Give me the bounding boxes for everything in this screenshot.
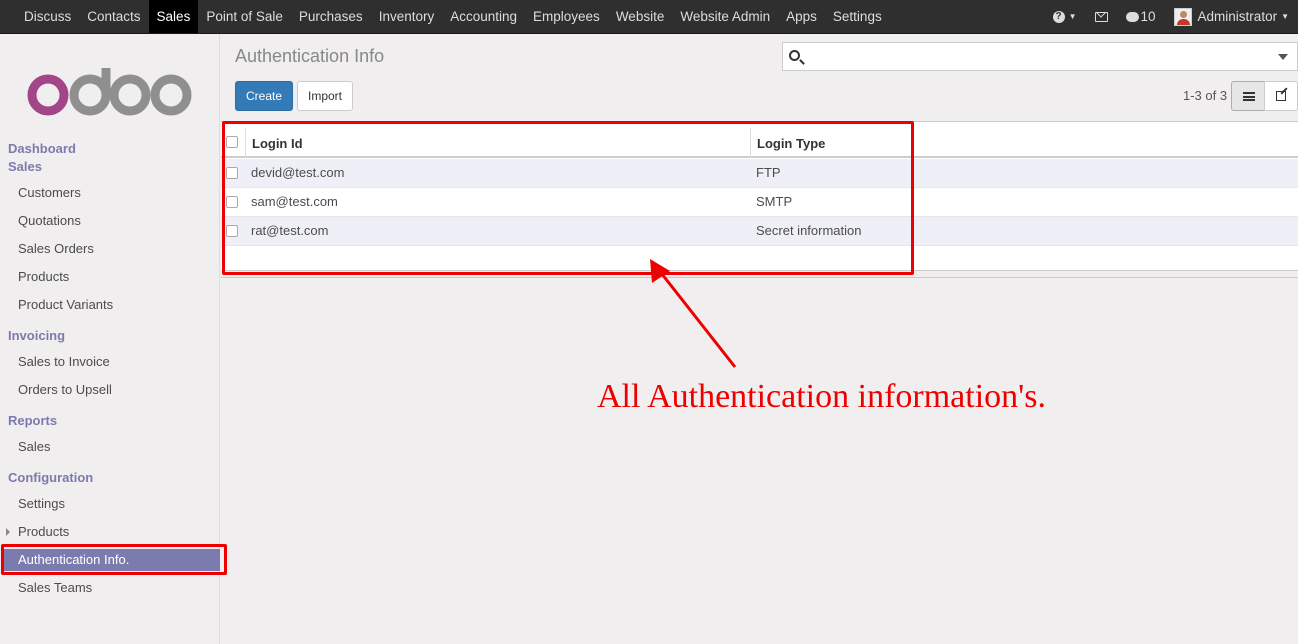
divider [221,277,1298,278]
caret-right-icon[interactable] [6,528,10,536]
sidebar-item-sales-teams[interactable]: Sales Teams [18,580,92,595]
systray: ? ▼ 10 Administrator ▼ [1044,0,1298,33]
menu-inventory[interactable]: Inventory [371,0,443,33]
sidebar-dashboard[interactable]: Dashboard [8,141,76,156]
sidebar-item-products[interactable]: Products [18,269,69,284]
page-title: Authentication Info [235,46,385,66]
chevron-down-icon[interactable] [1278,54,1288,60]
menu-website-admin[interactable]: Website Admin [672,0,778,33]
menu-purchases[interactable]: Purchases [291,0,371,33]
top-navbar: Discuss Contacts Sales Point of Sale Pur… [0,0,1298,34]
sidebar-item-product-variants[interactable]: Product Variants [18,297,113,312]
menu-website[interactable]: Website [608,0,673,33]
import-button[interactable]: Import [297,81,353,111]
menu-accounting[interactable]: Accounting [442,0,525,33]
chat-icon [1125,11,1139,22]
list-icon [1243,92,1255,101]
sidebar-section-sales: Sales [8,159,42,174]
create-button[interactable]: Create [235,81,293,111]
pager-value[interactable]: 1-3 of 3 [1183,88,1227,103]
annotation-arrow-icon [650,259,737,368]
odoo-logo[interactable] [26,68,194,116]
help-menu[interactable]: ? ▼ [1052,10,1077,23]
user-menu[interactable]: Administrator ▼ [1173,7,1289,26]
edit-icon [1276,91,1286,101]
annotation-box-table [222,121,914,275]
menu-contacts[interactable]: Contacts [79,0,148,33]
sidebar-item-settings[interactable]: Settings [18,496,65,511]
sidebar-item-config-products[interactable]: Products [18,524,69,539]
sidebar-section-configuration: Configuration [8,470,94,485]
sidebar-item-customers[interactable]: Customers [18,185,81,200]
user-name: Administrator [1197,9,1278,24]
menu-point-of-sale[interactable]: Point of Sale [198,0,291,33]
envelope-icon [1094,11,1108,22]
avatar [1173,7,1192,26]
caret-down-icon: ▼ [1068,12,1077,21]
mail-button[interactable] [1094,11,1108,22]
menu-apps[interactable]: Apps [778,0,825,33]
sidebar-item-sales-to-invoice[interactable]: Sales to Invoice [18,354,110,369]
app-menu: Discuss Contacts Sales Point of Sale Pur… [16,0,890,33]
caret-down-icon: ▼ [1281,12,1289,21]
sidebar-item-reports-sales[interactable]: Sales [18,439,51,454]
sidebar-item-orders-to-upsell[interactable]: Orders to Upsell [18,382,112,397]
search-icon [789,50,800,61]
list-view-button[interactable] [1231,81,1265,111]
messages-button[interactable]: 10 [1125,9,1156,24]
sidebar-item-sales-orders[interactable]: Sales Orders [18,241,94,256]
sidebar-item-quotations[interactable]: Quotations [18,213,81,228]
form-view-button[interactable] [1264,81,1298,111]
menu-settings[interactable]: Settings [825,0,890,33]
search-input[interactable] [782,42,1298,71]
sidebar-section-reports: Reports [8,413,58,428]
question-icon: ? [1052,10,1065,23]
menu-discuss[interactable]: Discuss [16,0,79,33]
sidebar-section-invoicing: Invoicing [8,328,66,343]
annotation-text: All Authentication information's. [597,378,1047,415]
menu-sales[interactable]: Sales [148,0,199,33]
menu-employees[interactable]: Employees [525,0,608,33]
message-count: 10 [1140,9,1156,24]
annotation-box-sidebar [1,544,227,575]
